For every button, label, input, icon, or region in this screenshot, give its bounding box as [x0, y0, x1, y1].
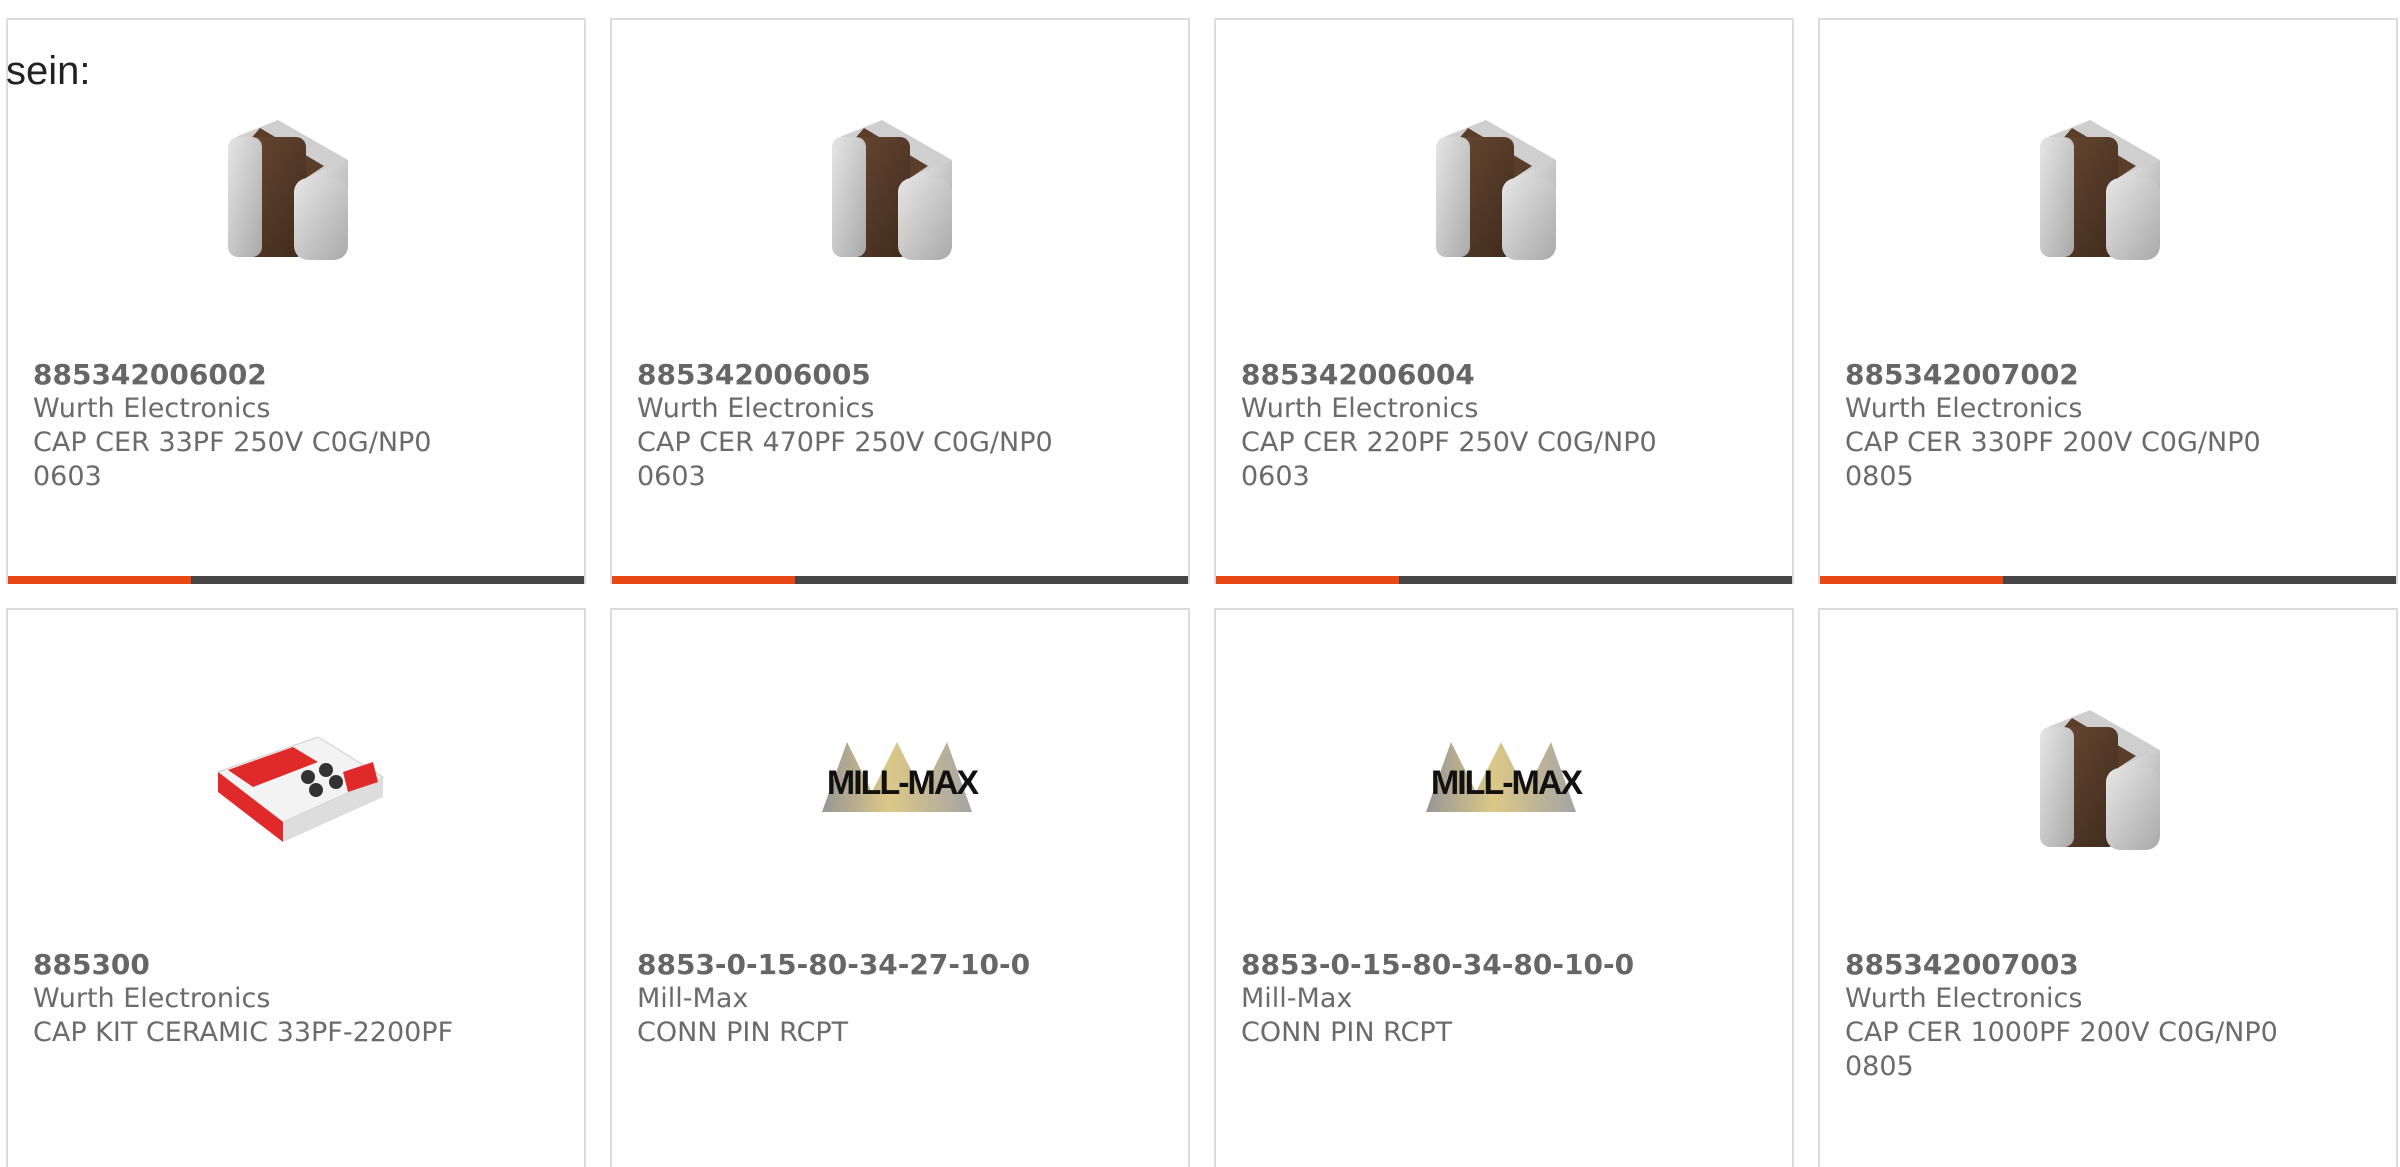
- description: CAP CER 1000PF 200V C0G/NP0: [1845, 1017, 2278, 1048]
- part-number-link[interactable]: 885342006004: [1241, 358, 1701, 392]
- description: CAP CER 33PF 250V C0G/NP0: [33, 427, 432, 458]
- package: 0805: [1845, 1051, 1914, 1082]
- capacitor-chip-icon[interactable]: [2010, 92, 2210, 292]
- part-number-link[interactable]: 885342007002: [1845, 358, 2305, 392]
- svg-text:MILL-MAX: MILL-MAX: [1431, 764, 1584, 802]
- product-info: 8853-0-15-80-34-27-10-0 Mill-Max CONN PI…: [637, 948, 1097, 1050]
- product-info: 885342007003 Wurth Electronics CAP CER 1…: [1845, 948, 2305, 1084]
- product-card[interactable]: 885300 Wurth Electronics CAP KIT CERAMIC…: [6, 608, 586, 1167]
- manufacturer: Wurth Electronics: [1845, 983, 2083, 1014]
- product-grid-page: sein: 885342006002 Wurth Electronics CAP…: [0, 0, 2400, 1167]
- part-number-link[interactable]: 885342006005: [637, 358, 1097, 392]
- product-card[interactable]: 885342006005 Wurth Electronics CAP CER 4…: [610, 18, 1190, 584]
- package: 0603: [33, 461, 102, 492]
- part-number-link[interactable]: 8853-0-15-80-34-27-10-0: [637, 948, 1097, 982]
- manufacturer: Mill-Max: [637, 983, 749, 1014]
- product-card[interactable]: 885342007003 Wurth Electronics CAP CER 1…: [1818, 608, 2398, 1167]
- product-info: 885342006004 Wurth Electronics CAP CER 2…: [1241, 358, 1701, 494]
- capacitor-chip-icon[interactable]: [1406, 92, 1606, 292]
- card-footer-accent: [1820, 576, 2003, 584]
- product-info: 885342006002 Wurth Electronics CAP CER 3…: [33, 358, 493, 494]
- part-number-link[interactable]: 8853-0-15-80-34-80-10-0: [1241, 948, 1701, 982]
- card-footer-bar: [1216, 576, 1792, 584]
- manufacturer: Wurth Electronics: [637, 393, 875, 424]
- product-card[interactable]: MILL-MAX 8853-0-15-80-34-80-10-0 Mill-Ma…: [1214, 608, 1794, 1167]
- manufacturer: Wurth Electronics: [1845, 393, 2083, 424]
- package: 0805: [1845, 461, 1914, 492]
- description: CAP CER 220PF 250V C0G/NP0: [1241, 427, 1657, 458]
- description: CAP CER 330PF 200V C0G/NP0: [1845, 427, 2261, 458]
- product-grid: 885342006002 Wurth Electronics CAP CER 3…: [6, 18, 2400, 1167]
- manufacturer: Wurth Electronics: [1241, 393, 1479, 424]
- manufacturer: Wurth Electronics: [33, 983, 271, 1014]
- product-info: 885342006005 Wurth Electronics CAP CER 4…: [637, 358, 1097, 494]
- capacitor-chip-icon[interactable]: [802, 92, 1002, 292]
- manufacturer: Mill-Max: [1241, 983, 1353, 1014]
- card-footer-accent: [1216, 576, 1399, 584]
- card-footer-bar: [612, 576, 1188, 584]
- svg-text:MILL-MAX: MILL-MAX: [827, 764, 980, 802]
- product-card[interactable]: MILL-MAX 8853-0-15-80-34-27-10-0 Mill-Ma…: [610, 608, 1190, 1167]
- description: CAP KIT CERAMIC 33PF-2200PF: [33, 1017, 454, 1048]
- capacitor-chip-icon[interactable]: [198, 92, 398, 292]
- kit-box-icon[interactable]: [198, 682, 398, 882]
- manufacturer: Wurth Electronics: [33, 393, 271, 424]
- description: CONN PIN RCPT: [1241, 1017, 1453, 1048]
- product-info: 885300 Wurth Electronics CAP KIT CERAMIC…: [33, 948, 493, 1050]
- package: 0603: [637, 461, 706, 492]
- package: 0603: [1241, 461, 1310, 492]
- product-info: 885342007002 Wurth Electronics CAP CER 3…: [1845, 358, 2305, 494]
- part-number-link[interactable]: 885300: [33, 948, 493, 982]
- card-footer-accent: [8, 576, 191, 584]
- product-card[interactable]: 885342007002 Wurth Electronics CAP CER 3…: [1818, 18, 2398, 584]
- card-footer-bar: [8, 576, 584, 584]
- description: CAP CER 470PF 250V C0G/NP0: [637, 427, 1053, 458]
- card-footer-bar: [1820, 576, 2396, 584]
- description: CONN PIN RCPT: [637, 1017, 849, 1048]
- mill-max-logo[interactable]: MILL-MAX: [1406, 682, 1606, 882]
- card-footer-accent: [612, 576, 795, 584]
- product-card[interactable]: 885342006004 Wurth Electronics CAP CER 2…: [1214, 18, 1794, 584]
- capacitor-chip-icon[interactable]: [2010, 682, 2210, 882]
- part-number-link[interactable]: 885342007003: [1845, 948, 2305, 982]
- lead-text: sein:: [6, 49, 91, 93]
- product-info: 8853-0-15-80-34-80-10-0 Mill-Max CONN PI…: [1241, 948, 1701, 1050]
- product-card[interactable]: 885342006002 Wurth Electronics CAP CER 3…: [6, 18, 586, 584]
- mill-max-logo[interactable]: MILL-MAX: [802, 682, 1002, 882]
- part-number-link[interactable]: 885342006002: [33, 358, 493, 392]
